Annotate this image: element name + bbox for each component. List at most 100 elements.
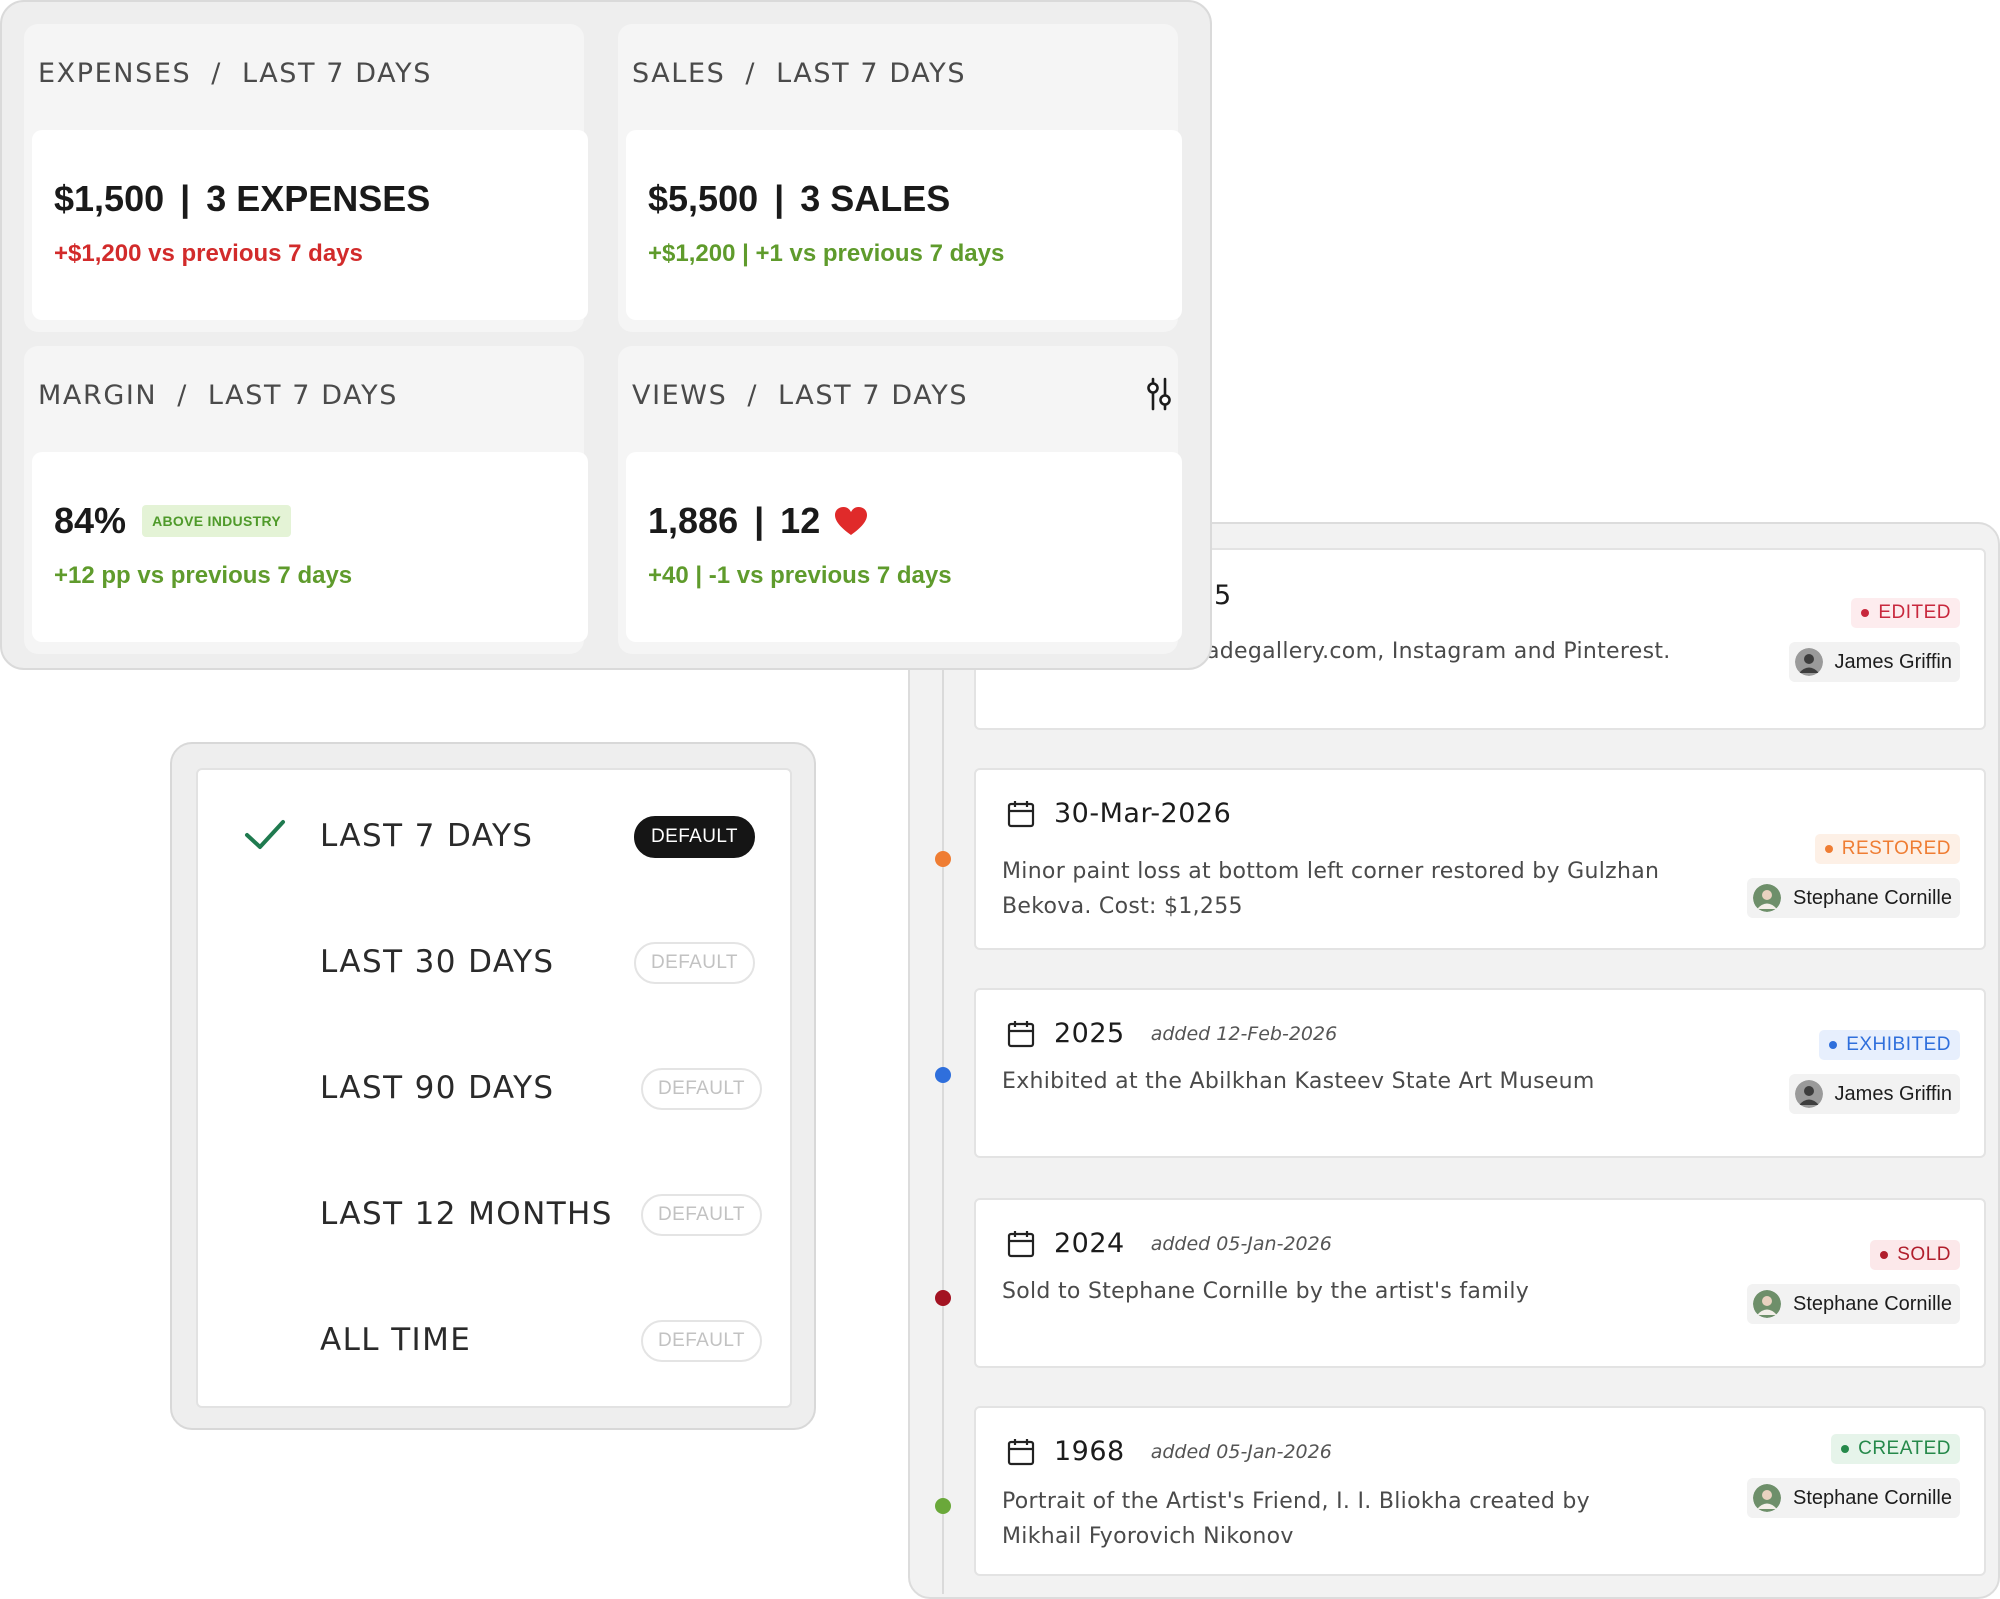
timeline-entry[interactable]: 2024 added 05-Jan-2026 Sold to Stephane … — [974, 1198, 1986, 1368]
status-dot — [1861, 609, 1870, 617]
entry-added-date: added 12-Feb-2026 — [1150, 1022, 1338, 1045]
avatar — [1753, 1290, 1781, 1318]
kpi-header: VIEWS / LAST 7 DAYS — [632, 380, 968, 411]
entry-description: Exhibited at the Abilkhan Kasteev State … — [1002, 1069, 1595, 1094]
kpi-change: +40 | -1 vs previous 7 days — [648, 562, 952, 589]
timeline-dot — [935, 1290, 951, 1306]
user-chip[interactable]: Stephane Cornille — [1747, 1284, 1960, 1324]
kpi-period: LAST 7 DAYS — [207, 380, 398, 411]
header-separator: / — [177, 380, 188, 411]
kpi-dashboard-panel: EXPENSES / LAST 7 DAYS $1,500 | 3 EXPENSES +… — [0, 0, 1212, 670]
entry-date-row: 2025 added 12-Feb-2026 — [1006, 1018, 1337, 1049]
user-chip[interactable]: Stephane Cornille — [1747, 1478, 1960, 1518]
user-name: Stephane Cornille — [1793, 1292, 1952, 1315]
kpi-main-value: 1,886 | 12 — [648, 500, 868, 542]
timeline-entry[interactable]: 30-Mar-2026 Minor paint loss at bottom l… — [974, 768, 1986, 950]
default-button[interactable]: DEFAULT — [641, 1320, 762, 1362]
user-name: Stephane Cornille — [1793, 1486, 1952, 1509]
kpi-value: 1,886 — [648, 500, 739, 541]
timeline-line — [942, 584, 944, 1594]
entry-date-row: 30-Mar-2026 — [1006, 798, 1231, 829]
kpi-period: LAST 7 DAYS — [241, 58, 432, 89]
status-label: EXHIBITED — [1846, 1034, 1951, 1055]
calendar-icon — [1007, 1438, 1035, 1465]
kpi-count: 3 EXPENSES — [206, 178, 431, 219]
entry-date: 30-Mar-2026 — [1054, 798, 1232, 829]
history-timeline-panel: 5 adegallery.com, Instagram and Pinteres… — [908, 522, 2000, 1599]
entry-added-date: added 05-Jan-2026 — [1150, 1232, 1332, 1255]
default-button[interactable]: DEFAULT — [634, 942, 755, 984]
avatar — [1753, 884, 1781, 912]
entry-description: Minor paint loss at bottom left corner r… — [1002, 859, 1660, 919]
default-button[interactable]: DEFAULT — [641, 1068, 762, 1110]
avatar — [1753, 1484, 1781, 1512]
kpi-header: SALES / LAST 7 DAYS — [632, 58, 966, 89]
checkmark-icon — [245, 820, 285, 849]
status-badge: CREATED — [1831, 1434, 1960, 1464]
status-badge: EDITED — [1851, 598, 1960, 628]
status-badge: EXHIBITED — [1819, 1030, 1960, 1060]
kpi-change: +12 pp vs previous 7 days — [54, 562, 353, 589]
entry-date: 2025 — [1054, 1018, 1125, 1049]
range-option-last-90-days[interactable]: LAST 90 DAYS DEFAULT — [198, 1042, 790, 1142]
timeline-dot — [935, 851, 951, 867]
header-separator: / — [211, 58, 222, 89]
value-separator: | — [754, 500, 765, 541]
kpi-change: +$1,200 | +1 vs previous 7 days — [648, 240, 1005, 267]
kpi-likes: 12 — [780, 500, 821, 541]
sliders-icon[interactable] — [1144, 376, 1174, 412]
range-option-all-time[interactable]: ALL TIME DEFAULT — [198, 1294, 790, 1394]
range-option-label: LAST 30 DAYS — [320, 944, 555, 980]
user-name: Stephane Cornille — [1793, 886, 1952, 909]
default-button[interactable]: DEFAULT — [634, 816, 755, 858]
default-button[interactable]: DEFAULT — [641, 1194, 762, 1236]
range-option-last-30-days[interactable]: LAST 30 DAYS DEFAULT — [198, 916, 790, 1016]
user-name: James Griffin — [1834, 650, 1952, 673]
entry-date: 5 — [1214, 580, 1232, 611]
kpi-card: 84% ABOVE INDUSTRY +12 pp vs previous 7 … — [32, 452, 588, 642]
entry-added-date: added 05-Jan-2026 — [1150, 1440, 1332, 1463]
header-separator: / — [745, 58, 757, 89]
range-option-label: LAST 12 MONTHS — [320, 1196, 613, 1232]
kpi-value: $1,500 — [54, 178, 165, 219]
value-separator: | — [180, 178, 191, 219]
date-range-dropdown: LAST 7 DAYS DEFAULT LAST 30 DAYS DEFAULT… — [170, 742, 816, 1430]
entry-description: Portrait of the Artist's Friend, I. I. B… — [1002, 1489, 1590, 1549]
kpi-period: LAST 7 DAYS — [778, 380, 969, 411]
status-badge: SOLD — [1870, 1240, 1960, 1270]
timeline-entry[interactable]: 1968 added 05-Jan-2026 Portrait of the A… — [974, 1406, 1986, 1576]
calendar-icon — [1007, 1020, 1035, 1047]
status-dot — [1841, 1445, 1850, 1453]
range-option-last-12-months[interactable]: LAST 12 MONTHS DEFAULT — [198, 1168, 790, 1268]
timeline-entry[interactable]: 2025 added 12-Feb-2026 Exhibited at the … — [974, 988, 1986, 1158]
user-chip[interactable]: James Griffin — [1788, 1074, 1960, 1114]
kpi-card: $1,500 | 3 EXPENSES +$1,200 vs previous 7 … — [32, 130, 588, 320]
entry-date-row: 1968 added 05-Jan-2026 — [1006, 1436, 1332, 1467]
timeline-dot — [935, 1498, 951, 1514]
industry-badge: ABOVE INDUSTRY — [142, 505, 291, 537]
status-label: SOLD — [1897, 1244, 1951, 1265]
user-chip[interactable]: Stephane Cornille — [1747, 878, 1960, 918]
status-dot — [1880, 1251, 1889, 1259]
kpi-change: +$1,200 vs previous 7 days — [54, 240, 363, 267]
status-badge: RESTORED — [1814, 834, 1960, 864]
kpi-card: $5,500 | 3 SALES +$1,200 | +1 vs previous … — [626, 130, 1182, 320]
sales-kpi-widget: SALES / LAST 7 DAYS $5,500 | 3 SALES +$1,200… — [618, 24, 1182, 332]
kpi-count: 3 SALES — [800, 178, 951, 219]
kpi-value: 84% — [54, 500, 127, 541]
range-option-label: LAST 90 DAYS — [320, 1070, 555, 1106]
kpi-card: 1,886 | 12 +40 | -1 vs previous 7 days — [626, 452, 1182, 642]
user-name: James Griffin — [1834, 1082, 1952, 1105]
entry-date-row: 2024 added 05-Jan-2026 — [1006, 1228, 1332, 1259]
range-option-last-7-days[interactable]: LAST 7 DAYS DEFAULT — [198, 790, 790, 890]
kpi-metric: SALES — [632, 58, 726, 89]
range-option-label: LAST 7 DAYS — [320, 818, 534, 854]
kpi-header: MARGIN / LAST 7 DAYS — [38, 380, 398, 411]
expenses-kpi-widget: EXPENSES / LAST 7 DAYS $1,500 | 3 EXPENSES +… — [24, 24, 588, 332]
kpi-period: LAST 7 DAYS — [776, 58, 967, 89]
kpi-metric: EXPENSES — [38, 58, 192, 89]
user-chip[interactable]: James Griffin — [1788, 642, 1960, 682]
date-range-list: LAST 7 DAYS DEFAULT LAST 30 DAYS DEFAULT… — [196, 768, 792, 1408]
kpi-main-value: 84% ABOVE INDUSTRY — [54, 500, 291, 542]
calendar-icon — [1007, 800, 1035, 827]
